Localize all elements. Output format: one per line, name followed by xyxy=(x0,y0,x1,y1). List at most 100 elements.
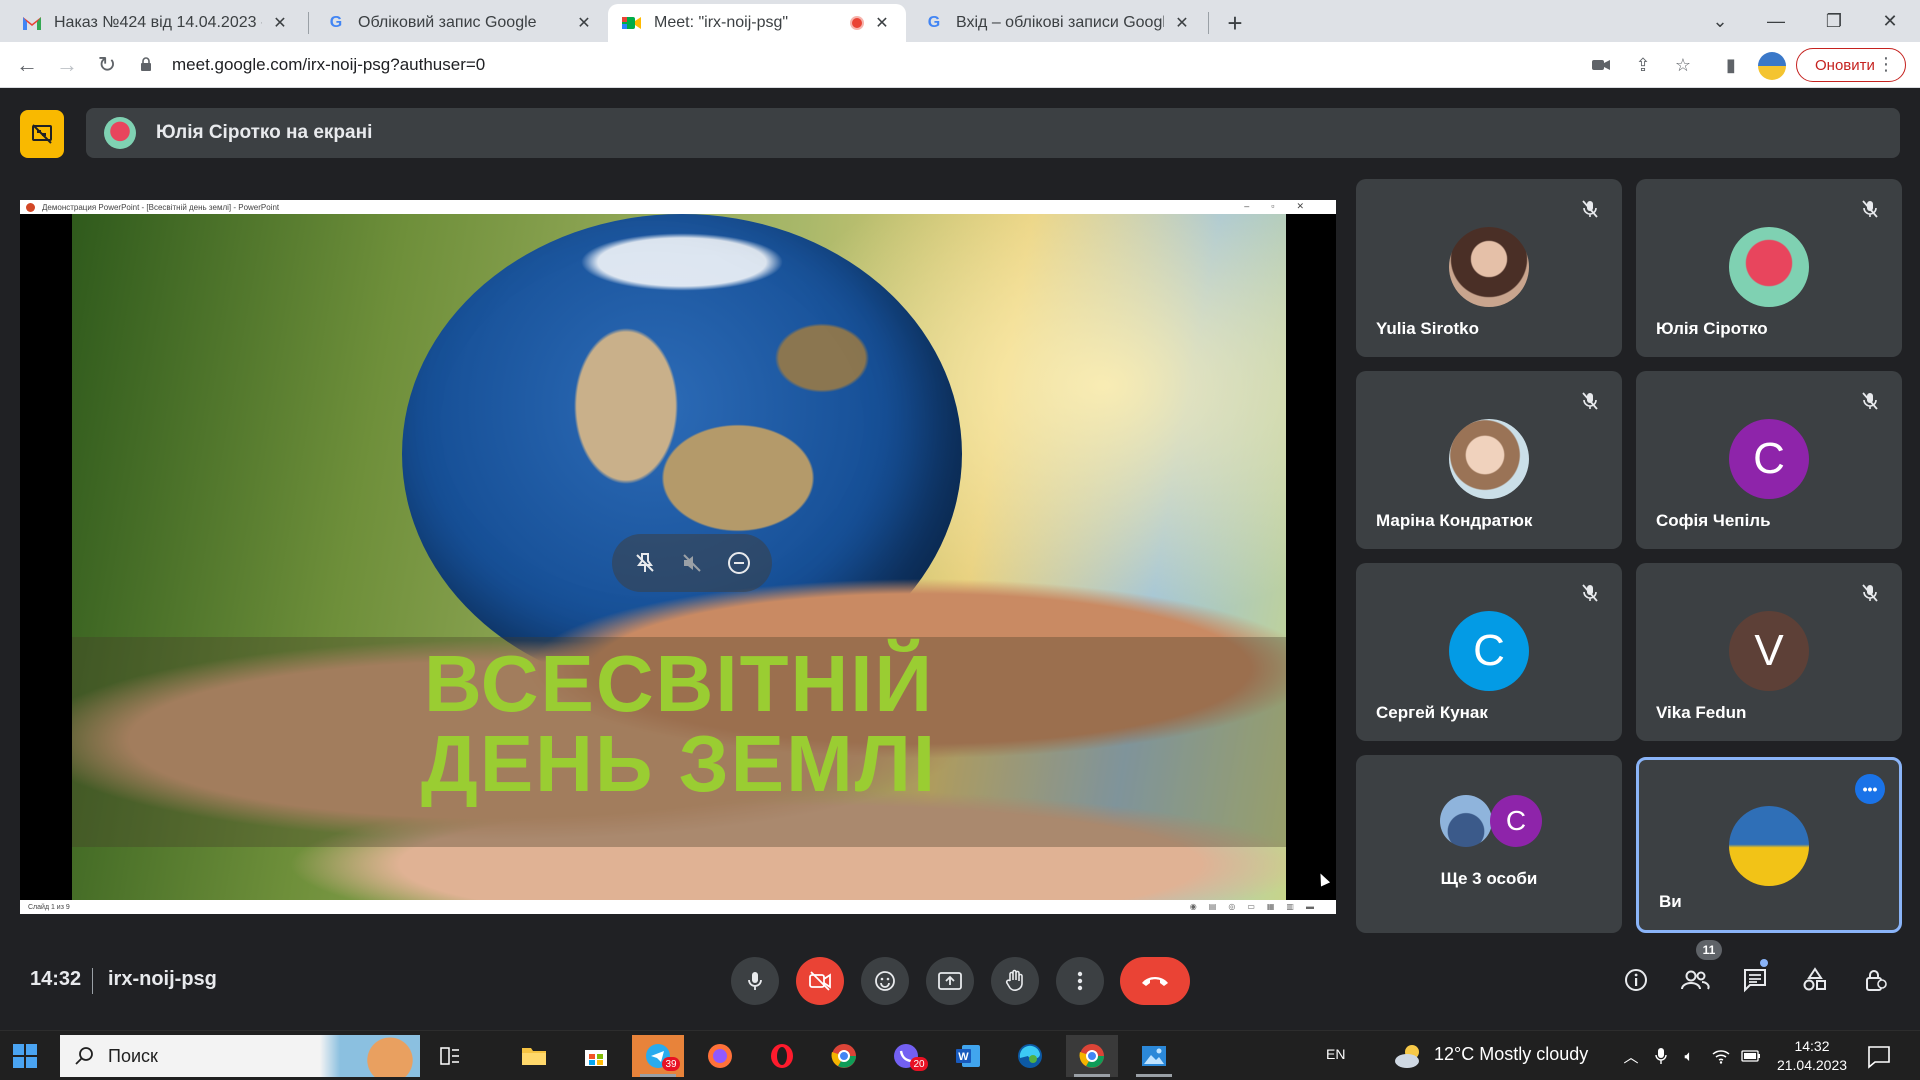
tab-google-signin[interactable]: G Вхід – облікові записи Google ✕ xyxy=(910,4,1206,42)
edge-icon[interactable] xyxy=(1004,1035,1056,1077)
wifi-icon[interactable] xyxy=(1710,1045,1732,1067)
reactions-button[interactable] xyxy=(861,957,909,1005)
volume-icon[interactable]: 🔈︎ xyxy=(1678,1045,1700,1067)
leave-call-button[interactable] xyxy=(1120,957,1190,1005)
telegram-badge: 39 xyxy=(662,1057,680,1071)
firefox-icon[interactable] xyxy=(694,1035,746,1077)
camera-in-use-icon[interactable] xyxy=(1586,50,1616,80)
mute-audio-off-icon[interactable] xyxy=(675,546,709,580)
input-language[interactable]: EN xyxy=(1326,1046,1345,1062)
host-controls-button[interactable] xyxy=(1857,962,1893,998)
bottom-bar-separator xyxy=(92,968,93,994)
shared-screen[interactable]: Демонстрация PowerPoint - [Всесвітній де… xyxy=(20,200,1336,914)
microphone-button[interactable] xyxy=(731,957,779,1005)
slide-counter: Слайд 1 из 9 xyxy=(28,903,70,911)
close-icon[interactable]: ✕ xyxy=(872,13,892,33)
address-bar[interactable]: meet.google.com/irx-noij-psg?authuser=0 xyxy=(140,49,1560,81)
tab-gmail[interactable]: Наказ №424 від 14.04.2023 - t.a ✕ xyxy=(8,4,304,42)
more-options-button[interactable] xyxy=(1056,957,1104,1005)
minimize-icon[interactable]: — xyxy=(1756,6,1796,36)
side-panel-icon[interactable]: ▮ xyxy=(1716,50,1746,80)
restore-icon[interactable]: ❐ xyxy=(1814,6,1854,36)
participant-tile-sofiia-chepil[interactable]: C Софія Чепіль xyxy=(1636,371,1902,549)
opera-icon[interactable] xyxy=(756,1035,808,1077)
viber-icon[interactable]: 20 xyxy=(880,1035,932,1077)
search-icon xyxy=(75,1047,93,1065)
more-horiz-icon[interactable]: ••• xyxy=(1855,774,1885,804)
participant-tile-yulia-sirotko-ua[interactable]: Юлія Сіротко xyxy=(1636,179,1902,357)
word-icon[interactable]: W xyxy=(942,1035,994,1077)
info-icon xyxy=(1625,969,1647,991)
chat-button[interactable] xyxy=(1737,962,1773,998)
participant-name: Софія Чепіль xyxy=(1656,511,1771,530)
system-time: 14:32 xyxy=(1794,1038,1830,1054)
ppt-status-bar: Слайд 1 из 9 ◉▤◎▭▦▥▬ xyxy=(20,900,1336,914)
others-tile[interactable]: C Ще 3 особи xyxy=(1356,755,1622,933)
microsoft-store-icon[interactable] xyxy=(570,1035,622,1077)
window-close-icon[interactable]: ✕ xyxy=(1870,6,1910,36)
presentation-off-icon xyxy=(32,124,52,144)
participant-tile-vika-fedun[interactable]: V Vika Fedun xyxy=(1636,563,1902,741)
windows-taskbar: Поиск 39 20 W EN 12°C Mostly cloudy ︿ 🔈︎… xyxy=(0,1030,1920,1080)
back-arrow-icon[interactable]: ← xyxy=(12,50,42,80)
reload-icon[interactable]: ↻ xyxy=(92,50,122,80)
share-icon[interactable]: ⇪ xyxy=(1628,50,1658,80)
participant-tile-serhei-kunak[interactable]: C Сергей Кунак xyxy=(1356,563,1622,741)
tab-google-account[interactable]: G Обліковий запис Google ✕ xyxy=(312,4,608,42)
file-explorer-icon[interactable] xyxy=(508,1035,560,1077)
bookmark-star-icon[interactable]: ☆ xyxy=(1668,50,1698,80)
presentation-slide: ВСЕСВІТНІЙ ДЕНЬ ЗЕМЛІ xyxy=(72,214,1286,900)
presentation-layout-button[interactable] xyxy=(20,110,64,158)
chrome-profile-icon[interactable] xyxy=(818,1035,870,1077)
tab-meet[interactable]: Meet: "irx-noij-psg" ✕ xyxy=(608,4,906,42)
mic-off-icon xyxy=(1578,389,1602,413)
presenting-text: Юлія Сіротко на екрані xyxy=(156,122,373,143)
close-icon[interactable]: ✕ xyxy=(574,13,594,33)
microphone-tray-icon[interactable] xyxy=(1650,1045,1672,1067)
people-button[interactable] xyxy=(1677,962,1713,998)
activities-shapes-icon xyxy=(1803,967,1826,991)
forward-arrow-icon[interactable]: → xyxy=(52,50,82,80)
tab-search-chevron-icon[interactable]: ⌄ xyxy=(1700,6,1740,36)
chrome-icon[interactable] xyxy=(1066,1035,1118,1077)
self-tile[interactable]: ••• Ви xyxy=(1636,757,1902,933)
camera-off-icon xyxy=(809,971,831,991)
hand-icon xyxy=(1005,969,1023,991)
weather-cloudy-icon[interactable] xyxy=(1392,1041,1426,1071)
participant-name: Vika Fedun xyxy=(1656,703,1747,722)
browser-tab-strip: Наказ №424 від 14.04.2023 - t.a ✕ G Облі… xyxy=(0,0,1920,42)
browser-toolbar: ← → ↻ meet.google.com/irx-noij-psg?authu… xyxy=(0,42,1920,88)
update-button[interactable]: Оновити ⋮ xyxy=(1796,48,1906,82)
participant-tile-yulia-sirotko[interactable]: Yulia Sirotko xyxy=(1356,179,1622,357)
google-icon: G xyxy=(329,14,343,31)
raise-hand-button[interactable] xyxy=(991,957,1039,1005)
close-icon[interactable]: ✕ xyxy=(270,13,290,33)
more-vert-icon xyxy=(1077,971,1083,991)
lock-icon xyxy=(140,57,156,73)
photos-icon[interactable] xyxy=(1128,1035,1180,1077)
meeting-details-button[interactable] xyxy=(1618,962,1654,998)
taskbar-search[interactable]: Поиск xyxy=(60,1035,420,1077)
participant-avatar: C xyxy=(1449,611,1529,691)
pin-off-icon[interactable] xyxy=(628,546,662,580)
notification-center-icon[interactable] xyxy=(1866,1043,1892,1069)
task-view-icon[interactable] xyxy=(424,1035,476,1077)
close-icon[interactable]: ✕ xyxy=(1172,13,1192,33)
chat-icon xyxy=(1744,969,1766,993)
presenting-banner: Юлія Сіротко на екрані xyxy=(86,108,1900,158)
profile-avatar[interactable] xyxy=(1758,52,1786,80)
windows-start-icon[interactable] xyxy=(12,1043,38,1069)
weather-text[interactable]: 12°C Mostly cloudy xyxy=(1434,1044,1588,1065)
participant-tile-marina-kondratiuk[interactable]: Маріна Кондратюк xyxy=(1356,371,1622,549)
chevron-up-icon[interactable]: ︿ xyxy=(1620,1045,1642,1067)
remove-circle-icon[interactable] xyxy=(722,546,756,580)
participant-avatar xyxy=(1449,419,1529,499)
activities-button[interactable] xyxy=(1797,962,1833,998)
telegram-icon[interactable]: 39 xyxy=(632,1035,684,1077)
system-clock[interactable]: 14:32 21.04.2023 xyxy=(1762,1037,1862,1075)
new-tab-button[interactable]: + xyxy=(1220,8,1250,38)
present-screen-button[interactable] xyxy=(926,957,974,1005)
update-button-label: Оновити xyxy=(1815,56,1875,74)
camera-button[interactable] xyxy=(796,957,844,1005)
battery-icon[interactable] xyxy=(1740,1045,1762,1067)
